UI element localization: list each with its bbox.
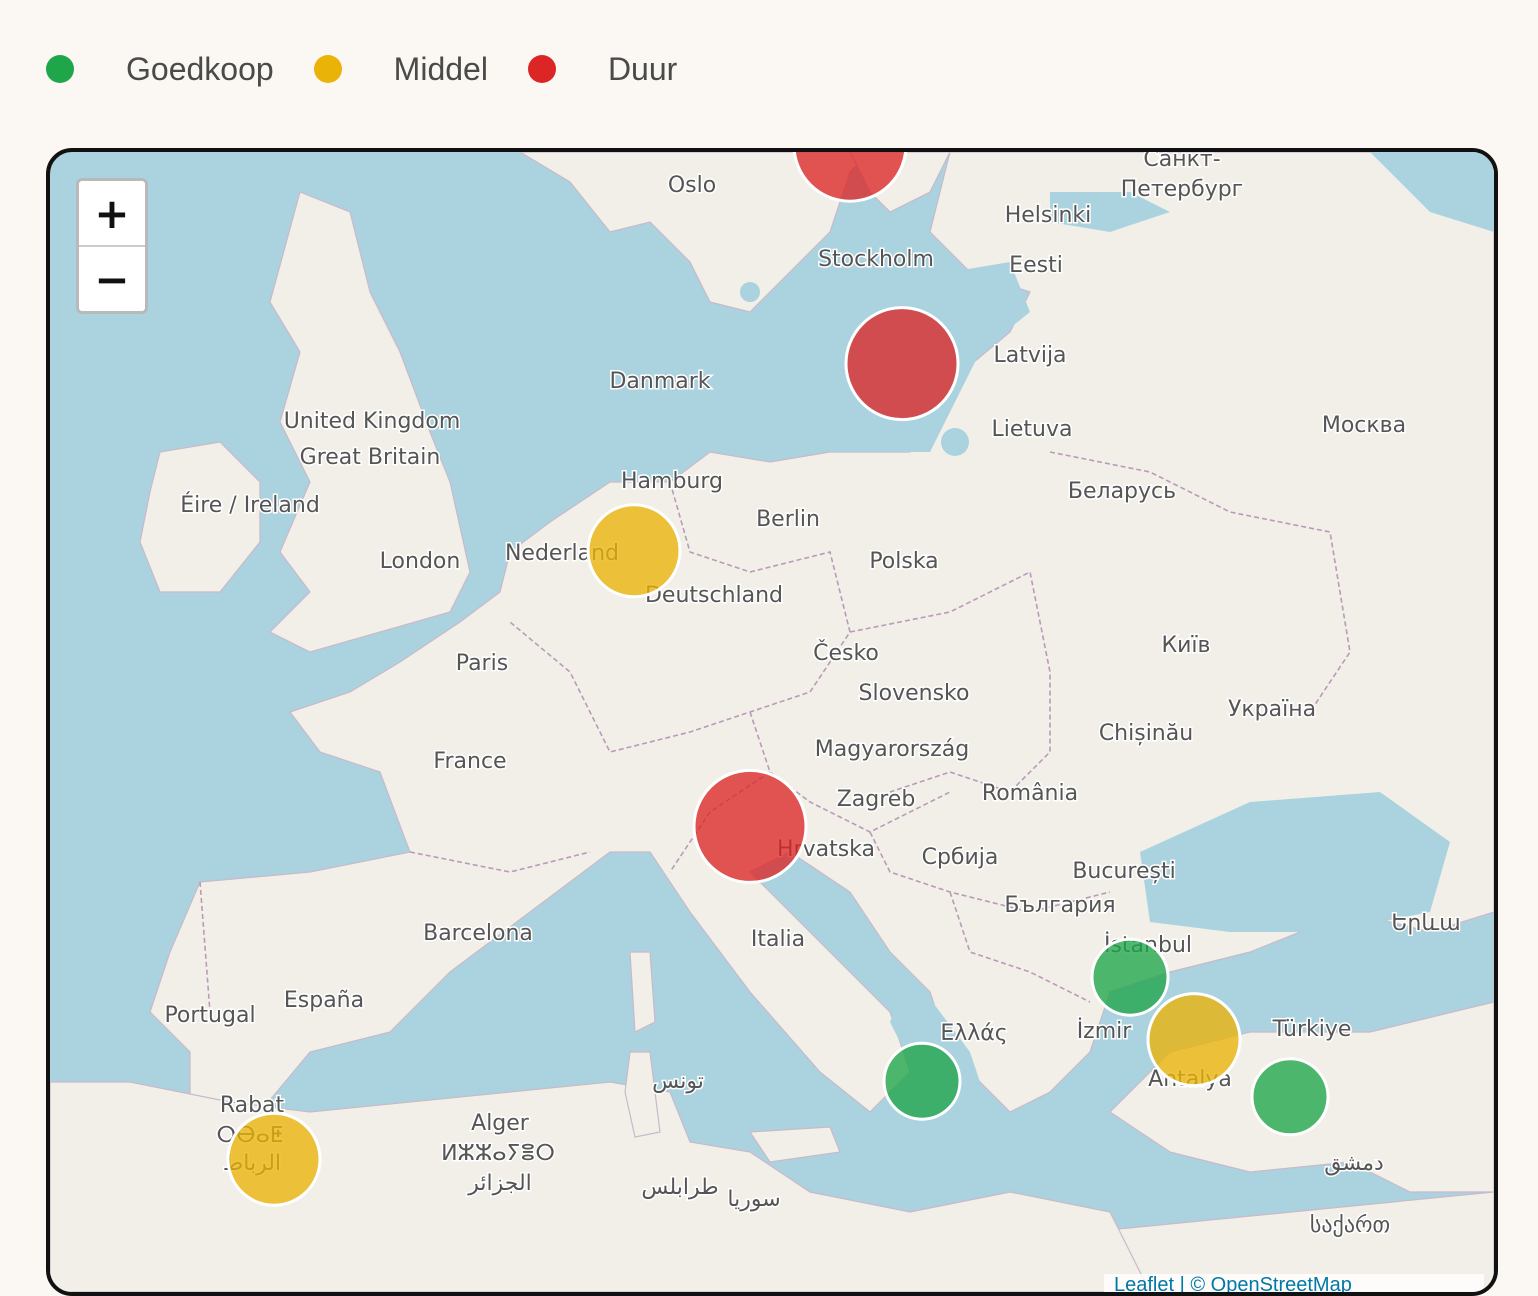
map-marker[interactable] bbox=[844, 306, 960, 422]
place-label: Great Britain bbox=[300, 445, 441, 470]
legend-dot-yellow bbox=[313, 55, 342, 83]
place-label: Éire / Ireland bbox=[180, 492, 320, 518]
zoom-control: + − bbox=[76, 178, 148, 314]
place-label: Hamburg bbox=[621, 469, 723, 494]
place-label: Lietuva bbox=[992, 417, 1073, 442]
place-label: Eesti bbox=[1009, 253, 1063, 278]
place-label: İzmir bbox=[1077, 1018, 1133, 1044]
place-label: Србија bbox=[922, 845, 999, 870]
zoom-in-button[interactable]: + bbox=[79, 181, 145, 245]
place-label: تونس bbox=[652, 1069, 704, 1094]
legend-label-middel: Middel bbox=[393, 50, 488, 87]
place-label: Петербург bbox=[1121, 177, 1244, 202]
place-label: Беларусь bbox=[1068, 479, 1176, 504]
map-marker[interactable] bbox=[1250, 1057, 1330, 1137]
place-label: Oslo bbox=[668, 173, 716, 198]
map-marker[interactable] bbox=[226, 1111, 322, 1207]
legend: Goedkoop Middel Duur bbox=[46, 44, 717, 94]
place-label: London bbox=[380, 549, 461, 574]
place-label: Magyarország bbox=[815, 737, 969, 762]
map-attribution[interactable]: Leaflet | © OpenStreetMap bbox=[1104, 1274, 1484, 1292]
place-label: Санкт- bbox=[1143, 152, 1220, 172]
place-label: ⵍⵣⵣⴰⵢⴻⵔ bbox=[441, 1141, 555, 1166]
place-label: الجزائر bbox=[467, 1171, 532, 1196]
place-label: France bbox=[433, 749, 506, 774]
map-marker[interactable] bbox=[586, 503, 682, 599]
place-label: Chișinău bbox=[1099, 721, 1193, 746]
place-label: Stockholm bbox=[818, 247, 934, 272]
place-label: Polska bbox=[869, 549, 938, 574]
zoom-out-button[interactable]: − bbox=[79, 245, 145, 311]
legend-item-goedkoop: Goedkoop bbox=[46, 51, 314, 88]
place-label: Danmark bbox=[609, 369, 710, 394]
map-marker[interactable] bbox=[692, 768, 808, 884]
place-label: Київ bbox=[1162, 633, 1211, 658]
place-label: Slovensko bbox=[859, 681, 970, 706]
legend-label-duur: Duur bbox=[607, 50, 678, 87]
place-label: Москва bbox=[1322, 413, 1406, 438]
place-label: București bbox=[1072, 859, 1175, 884]
legend-item-middel: Middel bbox=[313, 50, 528, 88]
legend-dot-red bbox=[527, 55, 556, 83]
map-container[interactable]: Oslo Stockholm Helsinki Санкт- Петербург Eest… bbox=[46, 148, 1498, 1296]
place-label: España bbox=[284, 988, 364, 1013]
place-label: Երևա bbox=[1391, 911, 1460, 936]
place-label: Helsinki bbox=[1005, 203, 1092, 228]
legend-dot-green bbox=[46, 55, 74, 83]
place-label: Paris bbox=[456, 651, 508, 676]
place-label: طرابلس bbox=[641, 1175, 718, 1200]
map-marker[interactable] bbox=[1146, 992, 1242, 1088]
place-label: Deutschland bbox=[645, 583, 783, 608]
place-label: سوريا bbox=[727, 1187, 780, 1212]
place-label: Barcelona bbox=[423, 921, 533, 946]
place-label: Україна bbox=[1228, 697, 1316, 722]
place-label: Ελλάς bbox=[940, 1021, 1007, 1046]
place-label: Latvija bbox=[993, 343, 1066, 368]
map-canvas[interactable]: Oslo Stockholm Helsinki Санкт- Петербург Eest… bbox=[50, 152, 1494, 1292]
place-label: Zagreb bbox=[837, 787, 916, 812]
place-label: România bbox=[982, 781, 1078, 806]
place-label: Berlin bbox=[756, 507, 820, 532]
legend-item-duur: Duur bbox=[527, 50, 717, 88]
legend-label-goedkoop: Goedkoop bbox=[126, 50, 274, 87]
place-label: Portugal bbox=[164, 1003, 255, 1028]
place-label: United Kingdom bbox=[284, 409, 461, 434]
place-label: საქართ bbox=[1310, 1213, 1390, 1238]
place-label: Česko bbox=[813, 640, 879, 666]
place-label: Alger bbox=[471, 1111, 530, 1136]
map-marker[interactable] bbox=[882, 1041, 962, 1121]
map-marker[interactable] bbox=[1090, 937, 1170, 1017]
place-label: България bbox=[1004, 893, 1115, 918]
place-label: Italia bbox=[751, 927, 805, 952]
place-label: Türkiye bbox=[1272, 1017, 1352, 1042]
place-label: دمشق bbox=[1324, 1151, 1384, 1176]
